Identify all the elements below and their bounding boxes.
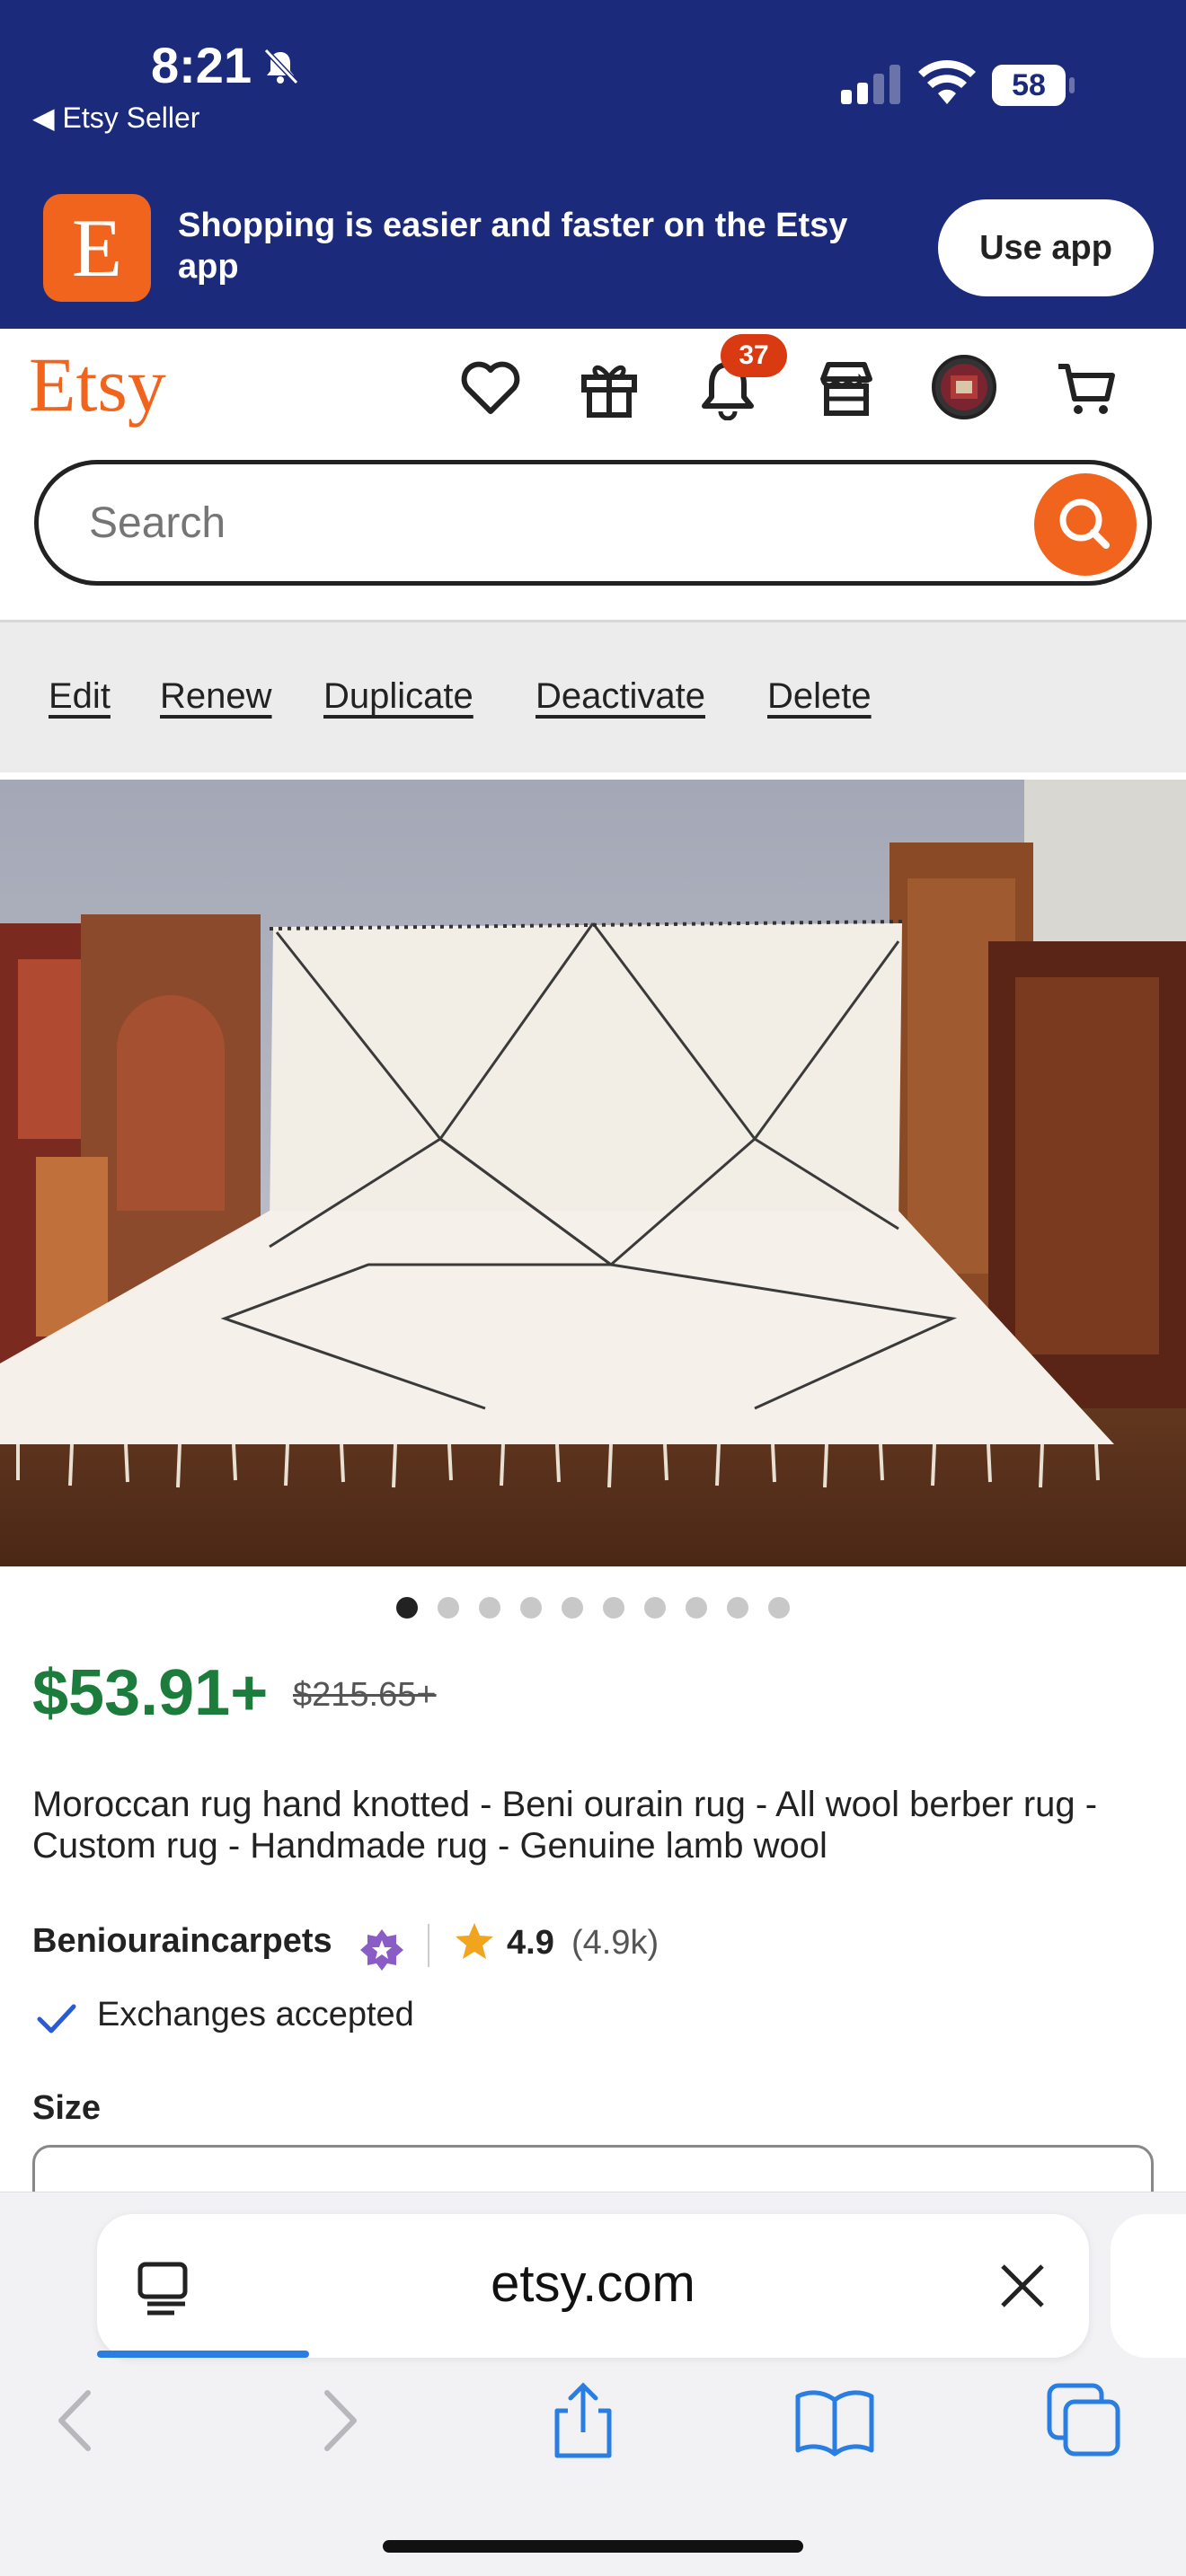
battery-icon: 58 bbox=[992, 65, 1066, 106]
gallery-dot[interactable] bbox=[396, 1597, 418, 1619]
deactivate-link[interactable]: Deactivate bbox=[535, 676, 705, 717]
avatar[interactable] bbox=[931, 354, 997, 420]
original-price: $215.65+ bbox=[293, 1676, 437, 1714]
etsy-app-icon: E bbox=[43, 194, 151, 302]
loading-progress bbox=[97, 2351, 309, 2358]
listing-title: Moroccan rug hand knotted - Beni ourain … bbox=[32, 1785, 1098, 1866]
search-icon bbox=[1059, 498, 1110, 549]
wifi-icon bbox=[918, 60, 976, 104]
bookmarks-icon[interactable] bbox=[794, 2380, 875, 2461]
back-icon[interactable] bbox=[38, 2380, 119, 2461]
use-app-button[interactable]: Use app bbox=[938, 199, 1154, 296]
renew-link[interactable]: Renew bbox=[160, 676, 272, 717]
battery-tip bbox=[1069, 77, 1075, 93]
silent-bell-icon bbox=[263, 48, 299, 85]
close-icon[interactable] bbox=[997, 2261, 1048, 2311]
app-banner: E Shopping is easier and faster on the E… bbox=[0, 180, 1186, 329]
home-indicator[interactable] bbox=[383, 2540, 803, 2553]
size-label: Size bbox=[32, 2089, 102, 2127]
divider bbox=[428, 1924, 429, 1967]
cart-icon[interactable] bbox=[1055, 356, 1120, 420]
gallery-dot[interactable] bbox=[644, 1597, 666, 1619]
gallery-dot[interactable] bbox=[603, 1597, 624, 1619]
search-button[interactable] bbox=[1034, 473, 1137, 576]
gallery-dot[interactable] bbox=[562, 1597, 583, 1619]
notification-badge: 37 bbox=[721, 334, 787, 377]
star-seller-badge-icon bbox=[360, 1929, 403, 1971]
seller-actions-bar: Edit Renew Duplicate Deactivate Delete bbox=[0, 620, 1186, 772]
edit-link[interactable]: Edit bbox=[49, 676, 111, 717]
delete-link[interactable]: Delete bbox=[767, 676, 872, 717]
tabs-icon[interactable] bbox=[1044, 2380, 1125, 2461]
banner-text: Shopping is easier and faster on the Ets… bbox=[178, 207, 848, 286]
forward-icon[interactable] bbox=[296, 2380, 377, 2461]
shop-icon[interactable] bbox=[814, 356, 879, 420]
signal-icon bbox=[841, 65, 900, 104]
exchanges-text: Exchanges accepted bbox=[97, 1996, 414, 2033]
search-input[interactable] bbox=[89, 493, 987, 552]
review-count-link[interactable]: (4.9k) bbox=[571, 1924, 659, 1963]
checkmark-icon bbox=[37, 2004, 76, 2033]
shop-name-link[interactable]: Beniouraincarpets bbox=[32, 1922, 332, 1961]
duplicate-link[interactable]: Duplicate bbox=[323, 676, 474, 717]
address-bar[interactable]: etsy.com bbox=[97, 2214, 1089, 2358]
gallery-dot[interactable] bbox=[479, 1597, 500, 1619]
gallery-pagination bbox=[0, 1597, 1186, 1622]
star-icon bbox=[456, 1923, 493, 1959]
search-bar bbox=[34, 460, 1152, 586]
price: $53.91+ bbox=[32, 1657, 269, 1729]
gallery-dot[interactable] bbox=[768, 1597, 790, 1619]
url-text: etsy.com bbox=[491, 2254, 695, 2313]
share-icon[interactable] bbox=[543, 2380, 624, 2461]
rating-value: 4.9 bbox=[507, 1924, 554, 1962]
gallery-dot[interactable] bbox=[438, 1597, 459, 1619]
back-to-app-link[interactable]: ◀ Etsy Seller bbox=[32, 101, 199, 135]
gallery-dot[interactable] bbox=[686, 1597, 707, 1619]
clock: 8:21 bbox=[151, 37, 252, 93]
gift-icon[interactable] bbox=[577, 356, 642, 420]
heart-icon[interactable] bbox=[458, 356, 523, 420]
product-image[interactable] bbox=[0, 780, 1186, 1566]
gallery-dot[interactable] bbox=[727, 1597, 748, 1619]
etsy-logo[interactable]: Etsy bbox=[29, 340, 166, 429]
battery-level: 58 bbox=[1012, 68, 1046, 102]
gallery-dot[interactable] bbox=[520, 1597, 542, 1619]
next-tab-preview[interactable] bbox=[1111, 2214, 1186, 2358]
status-bar: 8:21 ◀ Etsy Seller 58 bbox=[0, 0, 1186, 180]
